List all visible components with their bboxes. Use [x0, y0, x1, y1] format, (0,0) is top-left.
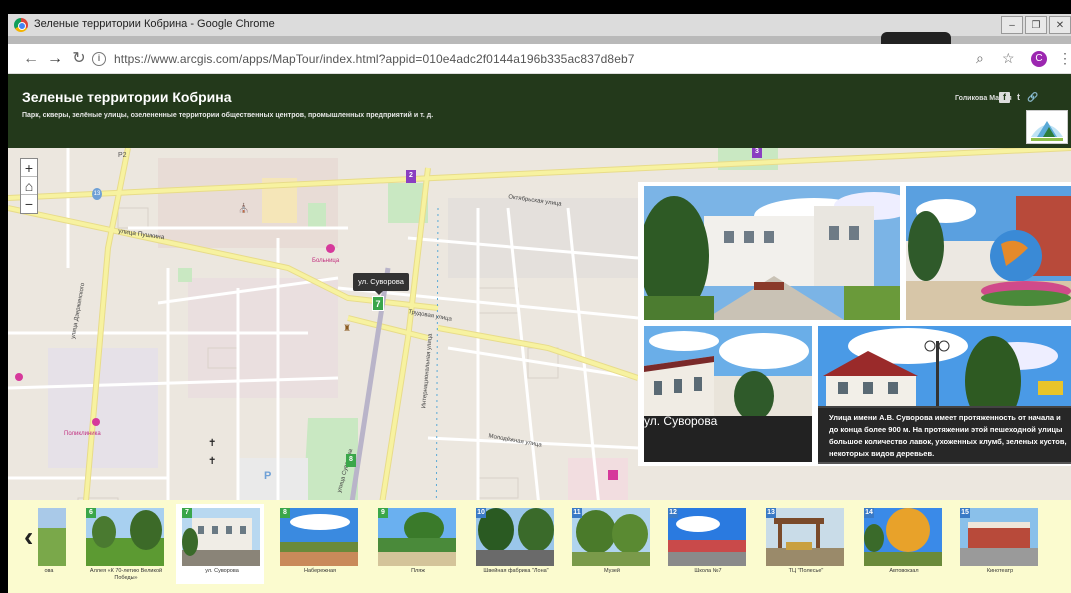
panel-description: Улица имени А.В. Суворова имеет протяжен…: [829, 413, 1067, 458]
maximize-button[interactable]: ❐: [1025, 16, 1047, 34]
thumb-label: Автовокзал: [889, 568, 919, 574]
church-cross-icon-2: ✝: [208, 456, 217, 467]
thumb-label: Аллея «К 70-летию Великой Победы»: [89, 568, 163, 581]
header-logo: [1026, 110, 1068, 144]
carousel-item-11[interactable]: 11 Музей: [566, 504, 654, 584]
thumb-label: Музей: [604, 568, 620, 574]
bookmark-star-icon[interactable]: ☆: [1002, 50, 1015, 67]
thumb-label: Школа №7: [694, 568, 722, 574]
thumb-label: ТЦ "Полесье": [788, 568, 824, 574]
poi-label-poliklinika: Поликлиника: [64, 431, 101, 437]
link-icon[interactable]: 🔗: [1027, 92, 1038, 103]
zoom-controls: + ⌂ −: [20, 158, 38, 214]
thumb-image: [766, 508, 844, 566]
profile-avatar[interactable]: C: [1031, 51, 1047, 67]
app-header: Зеленые территории Кобрина Парк, скверы,…: [8, 74, 1071, 148]
facebook-icon[interactable]: f: [999, 92, 1010, 103]
thumb-number: 7: [182, 508, 192, 518]
thumb-label: Пляж: [411, 568, 425, 574]
thumb-image: [280, 508, 358, 566]
thumb-number: 15: [960, 508, 970, 518]
social-links: f t 🔗: [999, 92, 1038, 103]
photo-globe[interactable]: [906, 186, 1071, 320]
back-arrow-icon[interactable]: ←: [22, 50, 40, 68]
thumb-label: Швейная фабрика "Лона": [483, 568, 549, 574]
marker-tooltip: ул. Суворова: [353, 273, 409, 295]
hospital-icon[interactable]: [326, 244, 335, 253]
carousel-item-14[interactable]: 14 Автовокзал: [858, 504, 946, 584]
site-info-icon[interactable]: i: [92, 52, 106, 66]
thumb-number: 12: [668, 508, 678, 518]
church-cross-icon: ✝: [208, 438, 217, 449]
thumb-image: [960, 508, 1038, 566]
thumb-label: Набережная: [304, 568, 336, 574]
panel-title: ул. Суворова: [644, 414, 718, 428]
url-field[interactable]: https://www.arcgis.com/apps/MapTour/inde…: [114, 52, 635, 66]
parking-icon: P: [264, 470, 272, 482]
poi-label-bolnitsa: Больница: [312, 258, 340, 264]
active-tab[interactable]: [881, 32, 951, 44]
carousel-item-9[interactable]: 9 Пляж: [372, 504, 460, 584]
thumb-label: Кинотеатр: [986, 568, 1014, 574]
carousel-item-5[interactable]: ова: [38, 504, 68, 584]
map-marker-2[interactable]: 2: [406, 170, 416, 183]
thumb-image: [668, 508, 746, 566]
window-title: Зеленые территории Кобрина - Google Chro…: [34, 18, 275, 30]
road-label-p2: P2: [118, 152, 127, 159]
thumb-label: ова: [44, 568, 54, 574]
shop-flag-icon: [608, 470, 618, 480]
zoom-magnifier-icon[interactable]: ⌕: [976, 50, 984, 67]
thumb-image: [38, 508, 66, 566]
thumb-image: [572, 508, 650, 566]
medical-icon[interactable]: [15, 373, 23, 381]
museum-icon: ⛪: [238, 203, 250, 213]
photo-house[interactable]: [644, 326, 812, 462]
screen: Зеленые территории Кобрина - Google Chro…: [0, 0, 1071, 593]
tab-strip[interactable]: [8, 32, 1071, 44]
thumb-number: 13: [766, 508, 776, 518]
page-title: Зеленые территории Кобрина: [22, 89, 232, 105]
thumb-image: [182, 508, 260, 566]
window-controls: – ❐ ✕: [1001, 14, 1071, 34]
clinic-icon[interactable]: [92, 418, 100, 426]
carousel-item-6[interactable]: 6 Аллея «К 70-летию Великой Победы»: [80, 504, 168, 584]
carousel-item-8[interactable]: 8 Набережная: [274, 504, 362, 584]
carousel-item-7-active[interactable]: 7 ул. Суворова: [176, 504, 264, 584]
carousel-item-10[interactable]: 10 Швейная фабрика "Лона": [470, 504, 558, 584]
carousel-item-15[interactable]: 15 Кинотеатр: [954, 504, 1042, 584]
carousel-item-12[interactable]: 12 Школа №7: [662, 504, 750, 584]
thumb-image: [476, 508, 554, 566]
address-bar: ← → ↻ i https://www.arcgis.com/apps/MapT…: [8, 44, 1071, 74]
chrome-logo-icon: [14, 18, 28, 32]
thumb-image: [378, 508, 456, 566]
forward-arrow-icon[interactable]: →: [46, 50, 64, 68]
map-marker-3[interactable]: 3: [752, 148, 762, 158]
thumb-number: 6: [86, 508, 96, 518]
carousel-item-13[interactable]: 13 ТЦ "Полесье": [760, 504, 848, 584]
thumb-image: [864, 508, 942, 566]
minimize-button[interactable]: –: [1001, 16, 1023, 34]
close-button[interactable]: ✕: [1049, 16, 1071, 34]
page-subtitle: Парк, скверы, зелёные улицы, озелененные…: [22, 112, 434, 119]
photo-street-1[interactable]: [644, 186, 900, 320]
menu-dots-icon[interactable]: ⋮: [1058, 50, 1071, 67]
thumb-number: 10: [476, 508, 486, 518]
thumb-image: [86, 508, 164, 566]
zoom-in-button[interactable]: +: [21, 159, 37, 177]
map-marker-13[interactable]: 13: [92, 188, 102, 200]
monument-icon: ♜: [343, 323, 352, 333]
thumb-number: 11: [572, 508, 582, 518]
carousel-prev-button[interactable]: ‹: [24, 523, 33, 551]
map-marker-8[interactable]: 8: [346, 454, 356, 467]
thumb-number: 14: [864, 508, 874, 518]
twitter-icon[interactable]: t: [1013, 92, 1024, 103]
thumb-label: ул. Суворова: [205, 568, 239, 574]
thumb-number: 9: [378, 508, 388, 518]
home-button[interactable]: ⌂: [21, 177, 37, 195]
thumb-number: 8: [280, 508, 290, 518]
zoom-out-button[interactable]: −: [21, 195, 37, 213]
reload-icon[interactable]: ↻: [70, 50, 88, 68]
